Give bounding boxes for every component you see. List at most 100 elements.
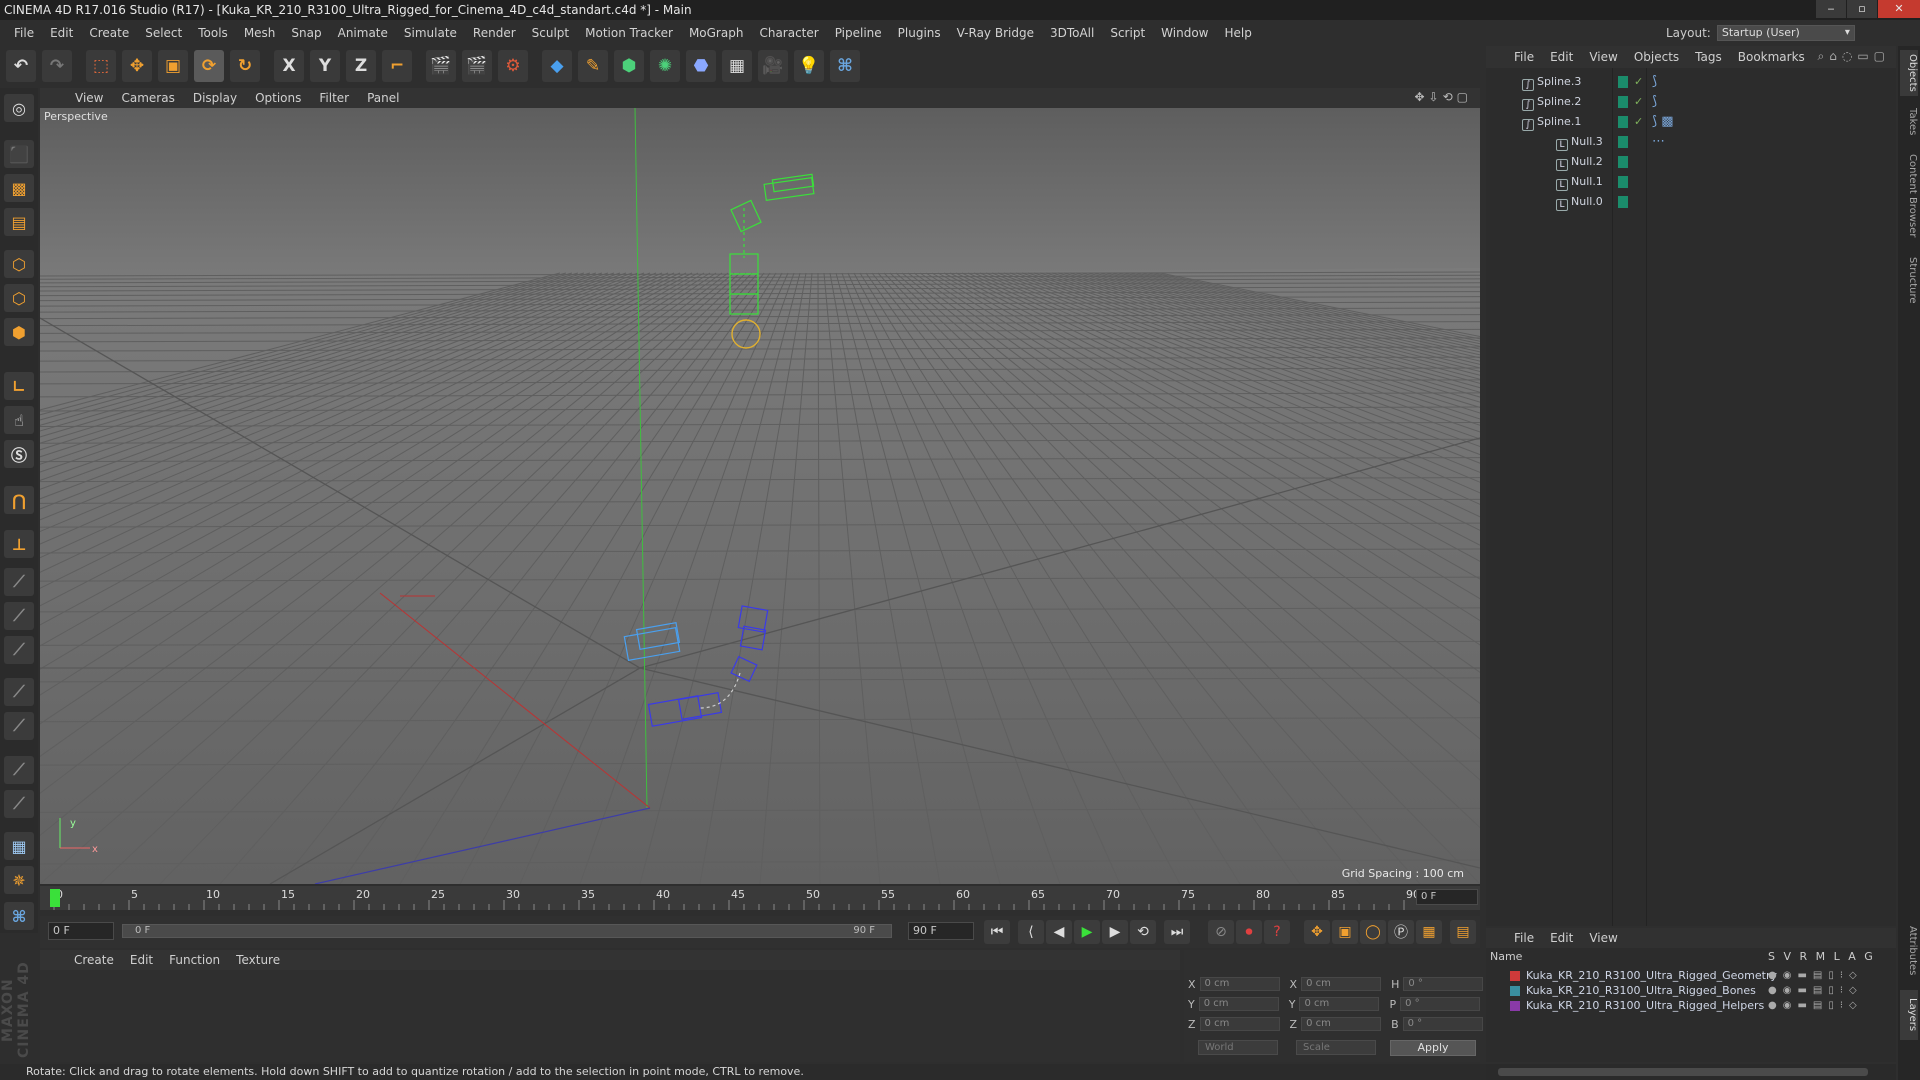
layer-row[interactable]: Kuka_KR_210_R3100_Ultra_Rigged_Bones ●◉▬… [1486, 983, 1896, 998]
viewport-menu-options[interactable]: Options [246, 91, 310, 105]
subdivision-icon[interactable]: ⬢ [614, 50, 644, 82]
y-axis-lock-icon[interactable]: Y [310, 50, 340, 82]
layer-swatch[interactable] [1618, 176, 1628, 188]
menu-create[interactable]: Create [81, 22, 137, 44]
layer-flag-icons[interactable]: ●◉▬▤▯⁝◇ [1768, 968, 1863, 983]
objects-menu-edit[interactable]: Edit [1542, 50, 1581, 64]
viewport-menu-panel[interactable]: Panel [358, 91, 408, 105]
pos-y-field[interactable]: 0 cm [1198, 997, 1279, 1011]
visibility-check-icon[interactable]: ✓ [1634, 92, 1643, 112]
points-mode-icon[interactable]: ⬡ [4, 250, 34, 278]
maximize-button[interactable]: ▫ [1847, 0, 1877, 18]
workplane-icon[interactable]: ▤ [4, 208, 34, 236]
tab-takes[interactable]: Takes [1900, 102, 1918, 142]
object-row[interactable]: L Null.3 ⋯ [1486, 132, 1896, 152]
cube-icon[interactable]: ◆ [542, 50, 572, 82]
menu-vray-bridge[interactable]: V-Ray Bridge [949, 22, 1042, 44]
size-x-field[interactable]: 0 cm [1301, 977, 1382, 991]
scale-icon[interactable]: ▣ [158, 50, 188, 82]
render-settings-icon[interactable]: ⚙ [498, 50, 528, 82]
material-menu-texture[interactable]: Texture [228, 953, 288, 967]
camera-icon[interactable]: 🎥 [758, 50, 788, 82]
workplane-axis-icon[interactable]: ⊥ [4, 530, 34, 558]
menu-file[interactable]: File [6, 22, 42, 44]
next-frame-icon[interactable]: ▶ [1102, 920, 1128, 944]
menu-help[interactable]: Help [1216, 22, 1259, 44]
layers-menu-file[interactable]: File [1506, 931, 1542, 945]
end-frame-field[interactable]: 90 F [908, 922, 974, 940]
pos-x-field[interactable]: 0 cm [1199, 977, 1280, 991]
tab-content-browser[interactable]: Content Browser [1900, 146, 1918, 246]
viewport-menu-display[interactable]: Display [184, 91, 246, 105]
menu-mesh[interactable]: Mesh [236, 22, 284, 44]
menu-3dtoall[interactable]: 3DToAll [1042, 22, 1102, 44]
menu-window[interactable]: Window [1153, 22, 1216, 44]
layer-color-swatch[interactable] [1510, 971, 1520, 981]
make-editable-icon[interactable]: ◎ [4, 94, 34, 122]
layer-row[interactable]: Kuka_KR_210_R3100_Ultra_Rigged_Helpers ●… [1486, 998, 1896, 1013]
object-row[interactable]: ∫ Spline.3 ✓ ⟆ [1486, 72, 1896, 92]
objects-menu-bookmarks[interactable]: Bookmarks [1730, 50, 1813, 64]
layer-flag-icons[interactable]: ●◉▬▤▯⁝◇ [1768, 998, 1863, 1013]
goto-start-icon[interactable]: ⏮ [984, 920, 1010, 944]
solo-icon[interactable]: ✵ [4, 866, 34, 894]
menu-pipeline[interactable]: Pipeline [827, 22, 890, 44]
menu-sculpt[interactable]: Sculpt [524, 22, 577, 44]
layer-swatch[interactable] [1618, 136, 1628, 148]
spline-tag-icon[interactable]: ⟆ ▩ [1652, 112, 1674, 132]
tab-structure[interactable]: Structure [1900, 250, 1918, 310]
tab-objects[interactable]: Objects [1900, 50, 1918, 96]
key-pla-icon[interactable]: ▦ [1416, 920, 1442, 944]
loop-icon[interactable]: ⟲ [1130, 920, 1156, 944]
x-axis-lock-icon[interactable]: X [274, 50, 304, 82]
viewport-menu-view[interactable]: View [66, 91, 112, 105]
bone-r-icon[interactable]: ⟋ [4, 636, 34, 664]
layers-menu-edit[interactable]: Edit [1542, 931, 1581, 945]
layer-swatch[interactable] [1618, 76, 1628, 88]
polygons-mode-icon[interactable]: ⬢ [4, 318, 34, 346]
object-row[interactable]: L Null.0 [1486, 192, 1896, 212]
rot-h-field[interactable]: 0 ° [1403, 977, 1484, 991]
model-mode-icon[interactable]: ⬛ [4, 140, 34, 168]
record-icon[interactable]: ⏺ [1236, 920, 1262, 944]
key-param-icon[interactable]: Ⓟ [1388, 920, 1414, 944]
key-scale-icon[interactable]: ▣ [1332, 920, 1358, 944]
viewport-menu-filter[interactable]: Filter [310, 91, 358, 105]
edges-mode-icon[interactable]: ⬡ [4, 284, 34, 312]
material-menu-edit[interactable]: Edit [122, 953, 161, 967]
redo-icon[interactable]: ↷ [42, 50, 72, 82]
snap-icon[interactable]: Ⓢ [4, 440, 34, 468]
layer-swatch[interactable] [1618, 156, 1628, 168]
joint-icon[interactable]: ⟋ [4, 756, 34, 784]
spline-tag-icon[interactable]: ⟆ [1652, 72, 1657, 92]
key-rotate-icon[interactable]: ◯ [1360, 920, 1386, 944]
tweak-mode-icon[interactable]: ☝ [4, 406, 34, 434]
layers-menu-view[interactable]: View [1581, 931, 1625, 945]
coord-mode-dropdown[interactable]: Scale [1296, 1040, 1376, 1055]
array-icon[interactable]: ✺ [650, 50, 680, 82]
bone-target-icon[interactable]: ⟋ [4, 712, 34, 740]
pos-z-field[interactable]: 0 cm [1199, 1017, 1280, 1031]
layer-flag-icons[interactable]: ●◉▬▤▯⁝◇ [1768, 983, 1863, 998]
recent-tool-icon[interactable]: ↻ [230, 50, 260, 82]
objects-menu-objects[interactable]: Objects [1626, 50, 1687, 64]
timeline-ruler[interactable]: 051015202530354045505560657075808590 0 F [40, 886, 1480, 910]
bone-p-icon[interactable]: ⟋ [4, 602, 34, 630]
menu-select[interactable]: Select [137, 22, 190, 44]
undo-icon[interactable]: ↶ [6, 50, 36, 82]
objects-menu-file[interactable]: File [1506, 50, 1542, 64]
layer-row[interactable]: Kuka_KR_210_R3100_Ultra_Rigged_Geometry … [1486, 968, 1896, 983]
timeline-window-icon[interactable]: ▤ [1450, 920, 1476, 944]
rot-p-field[interactable]: 0 ° [1400, 997, 1481, 1011]
apply-button[interactable]: Apply [1390, 1040, 1476, 1056]
current-frame-field[interactable]: 0 F [1416, 889, 1478, 905]
object-manager-search-icon[interactable]: ⌕⌂◌▭▢ [1818, 49, 1890, 64]
key-move-icon[interactable]: ✥ [1304, 920, 1330, 944]
render-picture-viewer-icon[interactable]: 🎬 [462, 50, 492, 82]
menu-snap[interactable]: Snap [283, 22, 329, 44]
floor-icon[interactable]: ▦ [722, 50, 752, 82]
z-axis-lock-icon[interactable]: Z [346, 50, 376, 82]
object-row[interactable]: ∫ Spline.2 ✓ ⟆ [1486, 92, 1896, 112]
menu-script[interactable]: Script [1102, 22, 1153, 44]
visibility-check-icon[interactable]: ✓ [1634, 112, 1643, 132]
